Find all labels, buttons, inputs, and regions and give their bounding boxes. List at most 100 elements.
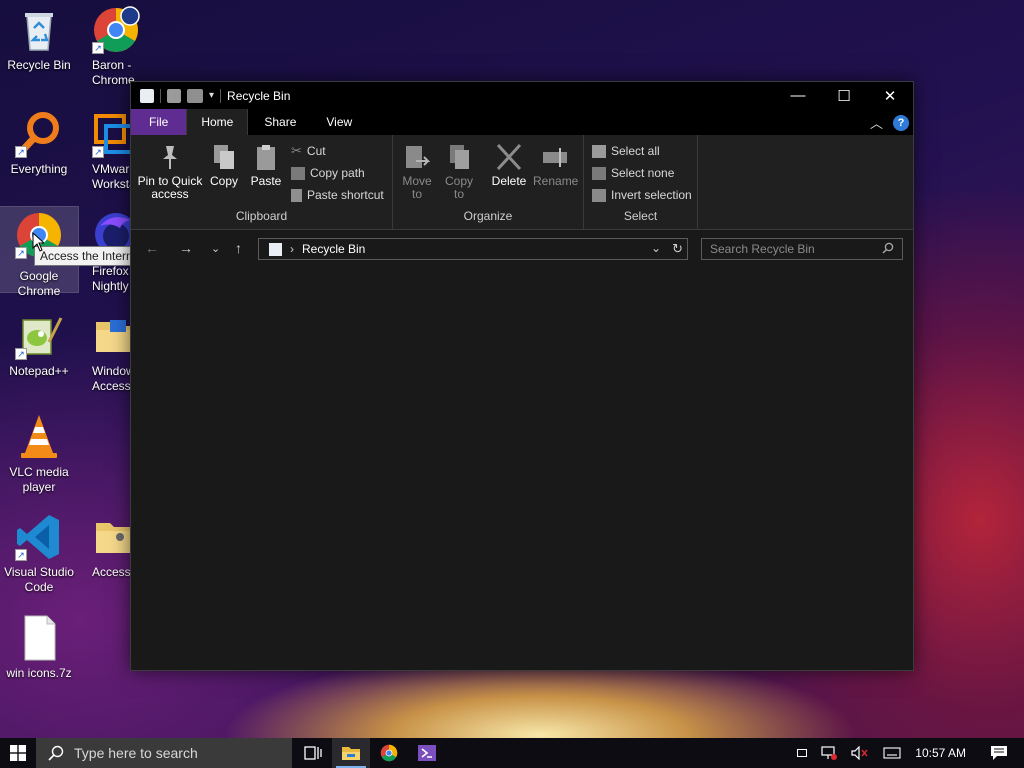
- clock[interactable]: 10:57 AM: [915, 746, 966, 760]
- desktop-icon-label: VLC media player: [9, 465, 69, 494]
- task-view-button[interactable]: [294, 738, 332, 768]
- rename-icon: [542, 143, 568, 171]
- address-bar[interactable]: › Recycle Bin ⌄ ↻: [258, 238, 688, 260]
- desktop-icon-recycle-bin[interactable]: Recycle Bin: [0, 6, 78, 73]
- tab-file[interactable]: File: [131, 109, 187, 135]
- select-all-icon: [592, 144, 606, 158]
- taskbar: Type here to search 10:57 AM: [0, 738, 1024, 768]
- taskbar-chrome[interactable]: [370, 738, 408, 768]
- copy-path-button[interactable]: Copy path: [291, 163, 365, 183]
- paste-label: Paste: [250, 174, 282, 188]
- shortcut-arrow-icon: ↗: [92, 146, 104, 158]
- ribbon: Pin to Quick access Copy Paste ✂ Cut Cop…: [131, 135, 913, 230]
- tab-share[interactable]: Share: [248, 109, 312, 135]
- file-list-area[interactable]: [131, 269, 913, 670]
- copy-to-button[interactable]: Copy to: [443, 143, 475, 201]
- breadcrumb-separator: ›: [290, 242, 294, 256]
- tray-device-icon[interactable]: [797, 749, 808, 757]
- taskbar-file-explorer[interactable]: [332, 738, 370, 768]
- rename-label: Rename: [533, 174, 579, 188]
- delete-button[interactable]: Delete: [489, 143, 529, 188]
- new-folder-icon[interactable]: [187, 88, 203, 103]
- desktop-icon-label: win icons.7z: [6, 666, 72, 680]
- copy-label: Copy: [209, 174, 238, 188]
- copy-button[interactable]: Copy: [207, 143, 241, 188]
- taskbar-visual-studio[interactable]: [408, 738, 446, 768]
- pin-to-quick-access-button[interactable]: Pin to Quick access: [137, 143, 203, 201]
- copy-icon: [211, 143, 237, 171]
- recycle-bin-icon: [15, 6, 63, 54]
- desktop-icon-vscode[interactable]: ↗ Visual Studio Code: [0, 513, 78, 595]
- search-icon[interactable]: [882, 242, 894, 257]
- select-all-label: Select all: [611, 144, 660, 158]
- forward-arrow-icon[interactable]: →: [179, 240, 193, 256]
- recycle-bin-small-icon: [269, 242, 282, 256]
- cut-button[interactable]: ✂ Cut: [291, 141, 326, 161]
- desktop-icon-everything[interactable]: ↗ Everything: [0, 110, 78, 177]
- select-all-button[interactable]: Select all: [592, 141, 660, 161]
- breadcrumb-recycle-bin[interactable]: Recycle Bin: [302, 242, 365, 256]
- move-to-label: Move to: [402, 174, 432, 201]
- start-button[interactable]: [0, 738, 36, 768]
- invert-selection-button[interactable]: Invert selection: [592, 185, 692, 205]
- select-group-label: Select: [623, 209, 658, 223]
- desktop-icon-win-icons-7z[interactable]: win icons.7z: [0, 614, 78, 681]
- address-dropdown-chevron-icon[interactable]: ⌄: [651, 241, 661, 255]
- invert-selection-label: Invert selection: [611, 188, 692, 202]
- visual-studio-icon: [418, 745, 436, 761]
- chrome-profile-icon: ↗: [92, 6, 140, 54]
- separator: [220, 88, 222, 103]
- shortcut-arrow-icon: ↗: [15, 146, 27, 158]
- task-view-icon: [304, 746, 322, 760]
- customize-quick-access-icon[interactable]: ▾: [209, 90, 214, 101]
- close-button[interactable]: ✕: [867, 82, 913, 109]
- desktop-icon-label: Visual Studio Code: [4, 565, 74, 594]
- refresh-icon[interactable]: ↻: [672, 241, 683, 257]
- shortcut-arrow-icon: ↗: [92, 42, 104, 54]
- minimize-button[interactable]: —: [775, 82, 821, 109]
- network-icon[interactable]: [821, 746, 838, 760]
- pin-label: Pin to Quick access: [137, 174, 203, 201]
- taskbar-search-box[interactable]: Type here to search: [36, 738, 292, 768]
- select-group: Select all Select none Invert selection …: [584, 135, 698, 229]
- desktop-icon-vlc[interactable]: VLC media player: [0, 413, 78, 495]
- action-center-icon[interactable]: [990, 745, 1008, 761]
- title-bar[interactable]: ▾ Recycle Bin — ☐ ✕: [131, 82, 913, 109]
- paste-clipboard-icon: [253, 143, 279, 171]
- move-to-button[interactable]: Move to: [401, 143, 433, 201]
- maximize-button[interactable]: ☐: [821, 82, 867, 109]
- recent-locations-chevron-icon[interactable]: ⌄: [211, 242, 220, 255]
- collapse-ribbon-icon[interactable]: ︿: [870, 113, 883, 132]
- copy-path-icon: [291, 166, 305, 180]
- copy-path-label: Copy path: [310, 166, 365, 180]
- tab-view[interactable]: View: [312, 109, 366, 135]
- ribbon-tabs: File Home Share View ︿ ?: [131, 109, 913, 135]
- paste-shortcut-button[interactable]: Paste shortcut: [291, 185, 384, 205]
- rename-button[interactable]: Rename: [533, 143, 579, 188]
- organize-group: Move to Copy to Delete Rename Organize: [393, 135, 584, 229]
- volume-muted-icon[interactable]: [851, 746, 869, 760]
- search-box[interactable]: [701, 238, 903, 260]
- paste-button[interactable]: Paste: [249, 143, 283, 188]
- select-none-button[interactable]: Select none: [592, 163, 674, 183]
- help-icon[interactable]: ?: [893, 114, 909, 131]
- paste-shortcut-label: Paste shortcut: [307, 188, 384, 202]
- keyboard-icon[interactable]: [883, 747, 901, 759]
- pin-icon: [157, 143, 183, 171]
- desktop-icon-label: Google Chrome: [17, 269, 61, 298]
- back-arrow-icon[interactable]: ←: [145, 240, 159, 256]
- tab-home[interactable]: Home: [186, 109, 249, 135]
- properties-icon[interactable]: [167, 88, 181, 103]
- desktop-icon-label: Everything: [10, 162, 68, 176]
- desktop-icon-notepad-plus-plus[interactable]: ↗ Notepad++: [0, 312, 78, 379]
- file-explorer-icon: [342, 747, 360, 760]
- clipboard-group-label: Clipboard: [235, 209, 288, 223]
- desktop-icon-label: Notepad++: [9, 364, 69, 378]
- copy-to-icon: [446, 143, 472, 171]
- up-arrow-icon[interactable]: ↑: [235, 240, 242, 256]
- address-row: ← → ⌄ ↑ › Recycle Bin ⌄ ↻: [131, 230, 913, 268]
- search-input[interactable]: [710, 242, 880, 256]
- file-icon: [15, 614, 63, 662]
- desktop-icon-baron-chrome[interactable]: ↗ Baron - Chrome: [92, 6, 142, 88]
- move-to-icon: [404, 143, 431, 171]
